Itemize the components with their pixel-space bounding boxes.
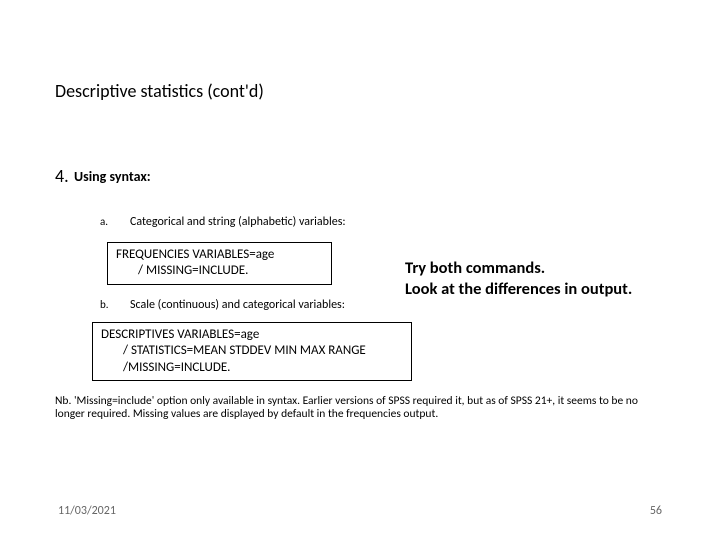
list-text-a: Categorical and string (alphabetic) vari… (130, 215, 346, 229)
list-text-b: Scale (continuous) and categorical varia… (130, 298, 345, 312)
code-line: / MISSING=INCLUDE. (116, 263, 323, 279)
list-marker-a: a. (100, 215, 108, 228)
note-text: Nb. 'Missing=include' option only availa… (55, 395, 667, 421)
footer-date: 11/03/2021 (58, 504, 116, 518)
code-box-frequencies: FREQUENCIES VARIABLES=age / MISSING=INCL… (107, 242, 332, 285)
side-note: Try both commands. Look at the differenc… (405, 258, 632, 299)
footer-page-number: 56 (650, 504, 662, 518)
code-line: FREQUENCIES VARIABLES=age (116, 247, 323, 263)
list-marker-b: b. (100, 298, 109, 311)
section-label: Using syntax: (74, 168, 151, 185)
code-line: DESCRIPTIVES VARIABLES=age (101, 327, 403, 343)
side-note-line: Try both commands. (405, 258, 632, 279)
code-line: /MISSING=INCLUDE. (101, 360, 403, 376)
section-number: 4. (55, 165, 69, 187)
slide-title: Descriptive statistics (cont'd) (55, 80, 264, 102)
slide: Descriptive statistics (cont'd) 4. Using… (0, 0, 720, 540)
side-note-line: Look at the differences in output. (405, 279, 632, 300)
code-box-descriptives: DESCRIPTIVES VARIABLES=age / STATISTICS=… (92, 322, 412, 381)
code-line: / STATISTICS=MEAN STDDEV MIN MAX RANGE (101, 343, 403, 359)
